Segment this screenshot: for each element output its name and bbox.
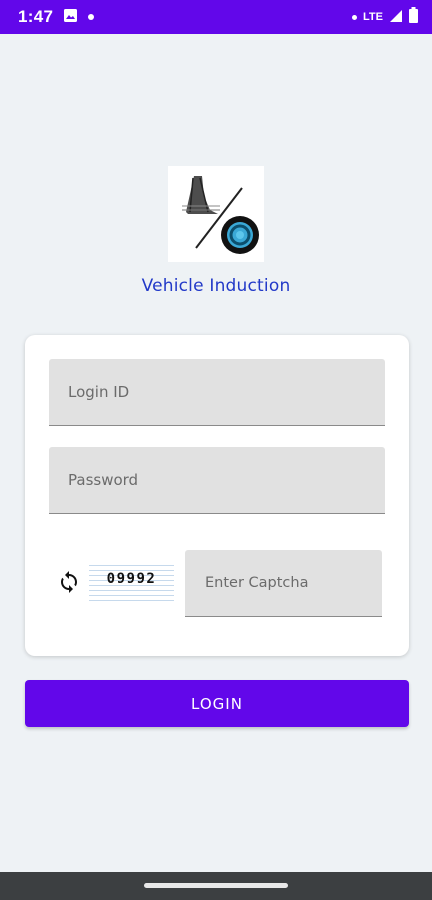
refresh-captcha-icon[interactable] [57,570,81,594]
navigation-bar [0,872,432,900]
app-logo [168,166,264,262]
password-input[interactable] [49,447,385,513]
login-card: 09992 [25,335,409,656]
app-title: Vehicle Induction [141,276,291,296]
status-dot-icon [352,14,358,20]
image-notification-icon [63,8,78,27]
login-id-input[interactable] [49,359,385,425]
notification-dot-icon [88,14,95,20]
status-right: LTE [352,7,418,27]
captcha-code: 09992 [106,571,157,587]
status-bar: 1:47 LTE [0,0,432,34]
login-id-field[interactable] [49,359,385,426]
captcha-input[interactable] [185,550,382,616]
network-type-label: LTE [363,11,383,23]
captcha-image: 09992 [89,561,174,605]
battery-icon [409,7,418,27]
password-field[interactable] [49,447,385,514]
status-time: 1:47 [18,7,54,26]
status-left: 1:47 [18,7,95,27]
home-indicator[interactable] [144,883,288,888]
captcha-field[interactable] [185,550,382,617]
login-button[interactable]: LOGIN [25,680,409,727]
signal-icon [389,8,403,27]
